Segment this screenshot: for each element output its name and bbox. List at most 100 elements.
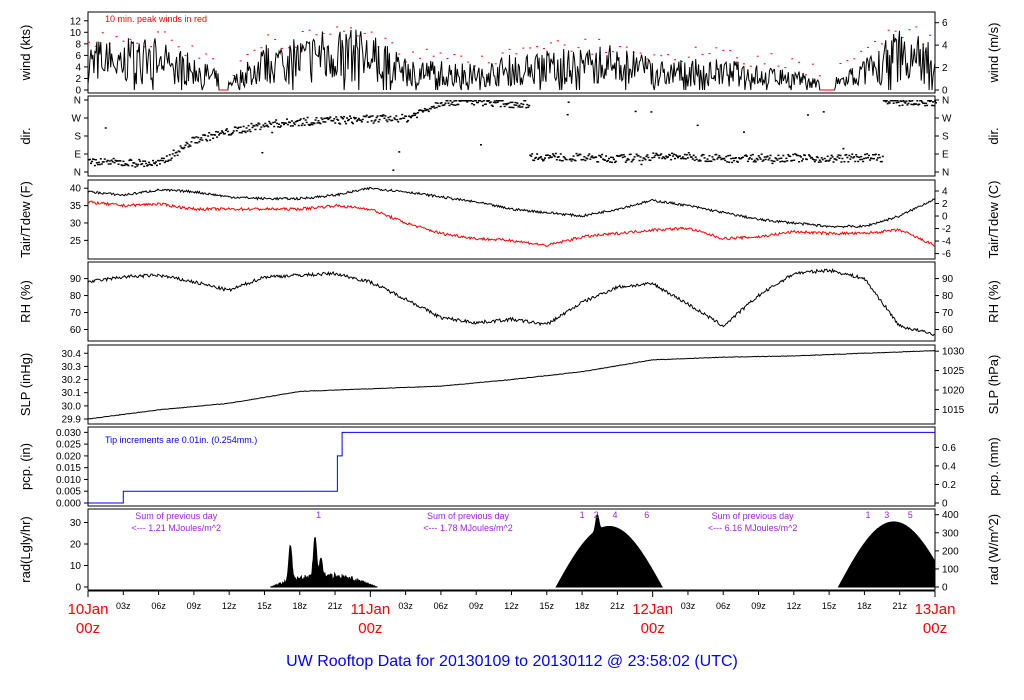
dir-point [423,107,426,110]
dir-point [260,126,263,128]
tick-label: 1030 [942,347,965,358]
dir-point [727,154,730,157]
dir-point [860,155,863,158]
tick-label: 30.3 [62,362,82,373]
dir-point [127,164,130,167]
dir-point [224,129,227,132]
dir-point [805,158,808,161]
gust-point [929,34,932,36]
x-tick-label: 03z [398,601,413,611]
dir-point [530,155,533,157]
wind-right-axis: 0246 [935,18,948,97]
radiation-hour-mark: 3 [884,510,889,520]
dir-point [89,162,92,165]
dir-point [638,159,641,162]
dir-point [588,153,591,155]
gust-point [756,55,759,57]
dir-point [507,102,510,105]
dir-point [724,159,727,162]
dir-point [510,106,513,109]
gust-point [908,29,911,31]
dir-point [817,161,820,163]
gust-point [294,46,297,48]
gust-point [736,57,739,59]
dir-point [717,156,720,159]
gust-point [887,29,890,31]
dir-point [837,154,840,156]
dir-point [864,153,867,156]
radiation-area-day-1 [270,537,378,588]
tick-label: 30.4 [62,349,82,360]
tick-label: 4 [942,186,948,197]
dir-point [557,156,560,158]
gust-point [336,26,339,28]
radiation-area-day-3 [837,521,936,588]
dir-point [630,161,633,163]
tick-label: S [74,132,81,143]
tick-label: 4 [75,62,81,73]
gust-point [818,75,821,77]
dir-point [855,154,858,156]
dir-point [433,107,436,109]
dir-point [579,153,582,156]
dir-point [184,144,187,146]
radiation-hour-mark: 4 [613,510,618,520]
wind-direction-points [88,100,937,171]
dir-point [647,156,650,159]
gust-point [460,55,463,57]
dir-point [691,158,694,160]
dir-point [681,156,684,158]
pcp-left-label: pcp. (in) [18,443,33,490]
dir-point [218,134,221,136]
dir-left-label: dir. [18,127,33,144]
tick-label: 0.2 [942,480,956,491]
dir-point [170,157,173,159]
dir-point [633,156,636,158]
tick-label: 0.000 [56,499,81,510]
gust-point [115,36,118,38]
x-tick-label: 15z [540,601,555,611]
dir-point [241,130,244,133]
dir-point [470,100,473,102]
dir-point [553,155,556,158]
tick-label: 80 [942,291,954,302]
dir-point [759,158,762,160]
dir-point [546,154,549,156]
dir-point [323,117,326,120]
dir-point [259,128,262,131]
dir-point [162,157,165,160]
gust-point [873,40,876,42]
dir-point [487,100,490,102]
gust-point [749,65,752,67]
dir-point [317,120,320,122]
tick-label: 300 [942,528,959,539]
dir-point [276,122,279,125]
dir-point [762,159,765,161]
dir-point [172,149,175,152]
tick-label: 200 [942,546,959,557]
dir-point [813,160,816,163]
dir-point [160,157,163,160]
dir-point [896,100,899,102]
gust-point [391,42,394,44]
dir-point [810,156,813,159]
gust-point [722,49,725,51]
dir-point [489,101,492,103]
tick-label: 0 [942,499,948,510]
rh-panel-frame [87,261,936,342]
dir-point [894,100,897,102]
dir-point [514,101,517,104]
x-day-time: 00z [923,620,947,637]
tick-label: 0 [75,583,81,594]
dir-point [134,166,137,168]
gust-point [329,33,332,35]
dir-point [607,159,610,162]
radiation-area-day-2 [555,513,663,588]
dir-point [687,152,690,154]
dir-point [771,162,774,165]
dir-point [139,160,142,163]
dir-point [599,155,602,157]
dir-point [828,159,831,161]
dir-point [448,104,451,107]
dir-point [660,153,663,155]
